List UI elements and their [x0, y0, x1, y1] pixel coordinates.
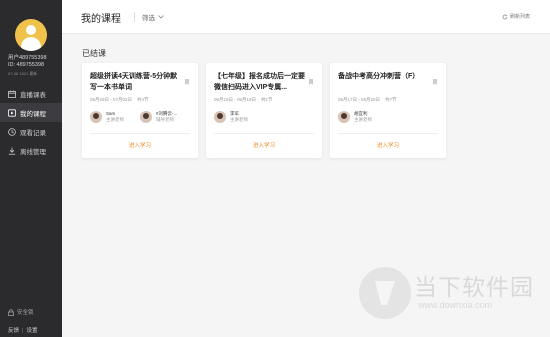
bookmark-icon	[185, 72, 189, 85]
avatar-body-shape	[21, 37, 41, 51]
sidebar: 用户489755398 ID: 489755398 07-06 1621 最新 …	[0, 0, 62, 337]
user-id: ID: 489755398	[8, 62, 45, 68]
bookmark-icon	[433, 72, 437, 85]
sidebar-item-label: 离线管理	[20, 148, 46, 156]
chevron-down-icon	[158, 14, 164, 21]
refresh-list-button[interactable]: 刷新列表	[502, 13, 530, 20]
sidebar-item-schedule[interactable]: 直播课表	[0, 84, 62, 103]
safe-lock-button[interactable]: 安全锁	[8, 308, 34, 316]
enter-study-button[interactable]: 进入学习	[330, 141, 446, 149]
teacher: #刘腾云-... 辅导老师	[140, 111, 177, 123]
teacher-role: 主讲老师	[106, 117, 124, 122]
sidebar-footer-links: 反馈 | 设置	[8, 326, 37, 334]
username: 用户489755398	[8, 55, 47, 61]
settings-link[interactable]: 设置	[26, 328, 37, 334]
lock-icon	[8, 308, 14, 316]
course-dates: 06月19日 - 06月19日	[214, 97, 257, 102]
safe-lock-label: 安全锁	[17, 310, 34, 316]
teacher: 胡宜利 主讲老师	[338, 111, 372, 123]
course-title: 备战中考高分冲刺营（F）	[338, 73, 420, 80]
course-dates: 06月29日 - 07月02日	[90, 97, 133, 102]
card-divider	[338, 133, 438, 134]
course-card[interactable]: 备战中考高分冲刺营（F） 06月17日 - 06月20日 共7节 胡宜利 主讲老师…	[330, 63, 446, 158]
course-dates: 06月17日 - 06月20日	[338, 97, 381, 102]
teacher: Sam 主讲老师	[90, 111, 124, 123]
sidebar-item-label: 观看记录	[20, 129, 46, 137]
footer-separator: |	[22, 328, 24, 334]
sidebar-item-my-courses[interactable]: 我的课程	[0, 103, 62, 122]
course-card[interactable]: 超级拼读4天训练营-5分钟默写一本书单词 06月29日 - 07月02日 共4节 …	[82, 63, 198, 158]
sidebar-item-offline[interactable]: 离线管理	[0, 141, 62, 160]
course-title: 【七年级】报名成功后一定要微信扫码进入VIP专属...	[214, 73, 305, 91]
bookmark-icon	[309, 72, 313, 85]
teacher-avatar	[214, 111, 226, 123]
filter-label: 筛选	[142, 15, 155, 22]
watermark-text: 当下软件园	[414, 274, 534, 300]
avatar-head-shape	[26, 25, 36, 35]
course-lessons: 共7节	[385, 97, 397, 102]
teacher-avatar	[338, 111, 350, 123]
teacher: 李军 主讲老师	[214, 111, 248, 123]
card-divider	[214, 133, 314, 134]
course-meta: 06月29日 - 07月02日 共4节	[90, 97, 149, 103]
avatar[interactable]	[15, 19, 47, 51]
course-title: 超级拼读4天训练营-5分钟默写一本书单词	[90, 73, 178, 91]
sidebar-item-label: 我的课程	[20, 110, 46, 118]
teacher-role: 主讲老师	[354, 117, 372, 122]
header-divider	[134, 12, 135, 22]
filter-dropdown[interactable]: 筛选	[142, 12, 164, 22]
course-icon	[8, 108, 16, 117]
course-meta: 06月19日 - 06月19日 共1节	[214, 97, 273, 103]
sidebar-item-history[interactable]: 观看记录	[0, 122, 62, 141]
feedback-link[interactable]: 反馈	[8, 328, 19, 334]
sidebar-nav: 直播课表 我的课程 观看记录 离线管理	[0, 84, 62, 160]
page-title: 我的课程	[81, 14, 121, 25]
watermark-url: www.downxia.com	[418, 300, 493, 310]
course-lessons: 共1节	[261, 97, 273, 102]
header-bar: 我的课程 筛选 刷新列表	[62, 0, 550, 34]
teacher-avatar	[140, 111, 152, 123]
course-card[interactable]: 【七年级】报名成功后一定要微信扫码进入VIP专属... 06月19日 - 06月…	[206, 63, 322, 158]
user-time: 07-06 1621 最新	[8, 71, 38, 76]
enter-study-button[interactable]: 进入学习	[206, 141, 322, 149]
calendar-icon	[8, 90, 16, 98]
refresh-icon	[502, 13, 508, 20]
teacher-role: 主讲老师	[230, 117, 248, 122]
sidebar-item-label: 直播课表	[20, 91, 46, 99]
teacher-avatar	[90, 111, 102, 123]
teacher-role: 辅导老师	[156, 117, 174, 122]
refresh-label: 刷新列表	[509, 14, 530, 20]
app-window: 用户489755398 ID: 489755398 07-06 1621 最新 …	[0, 0, 550, 337]
course-lessons: 共4节	[137, 97, 149, 102]
course-meta: 06月17日 - 06月20日 共7节	[338, 97, 397, 103]
download-icon	[8, 147, 16, 155]
section-title: 已结课	[82, 49, 106, 58]
card-divider	[90, 133, 190, 134]
enter-study-button[interactable]: 进入学习	[82, 141, 198, 149]
history-icon	[8, 127, 16, 136]
